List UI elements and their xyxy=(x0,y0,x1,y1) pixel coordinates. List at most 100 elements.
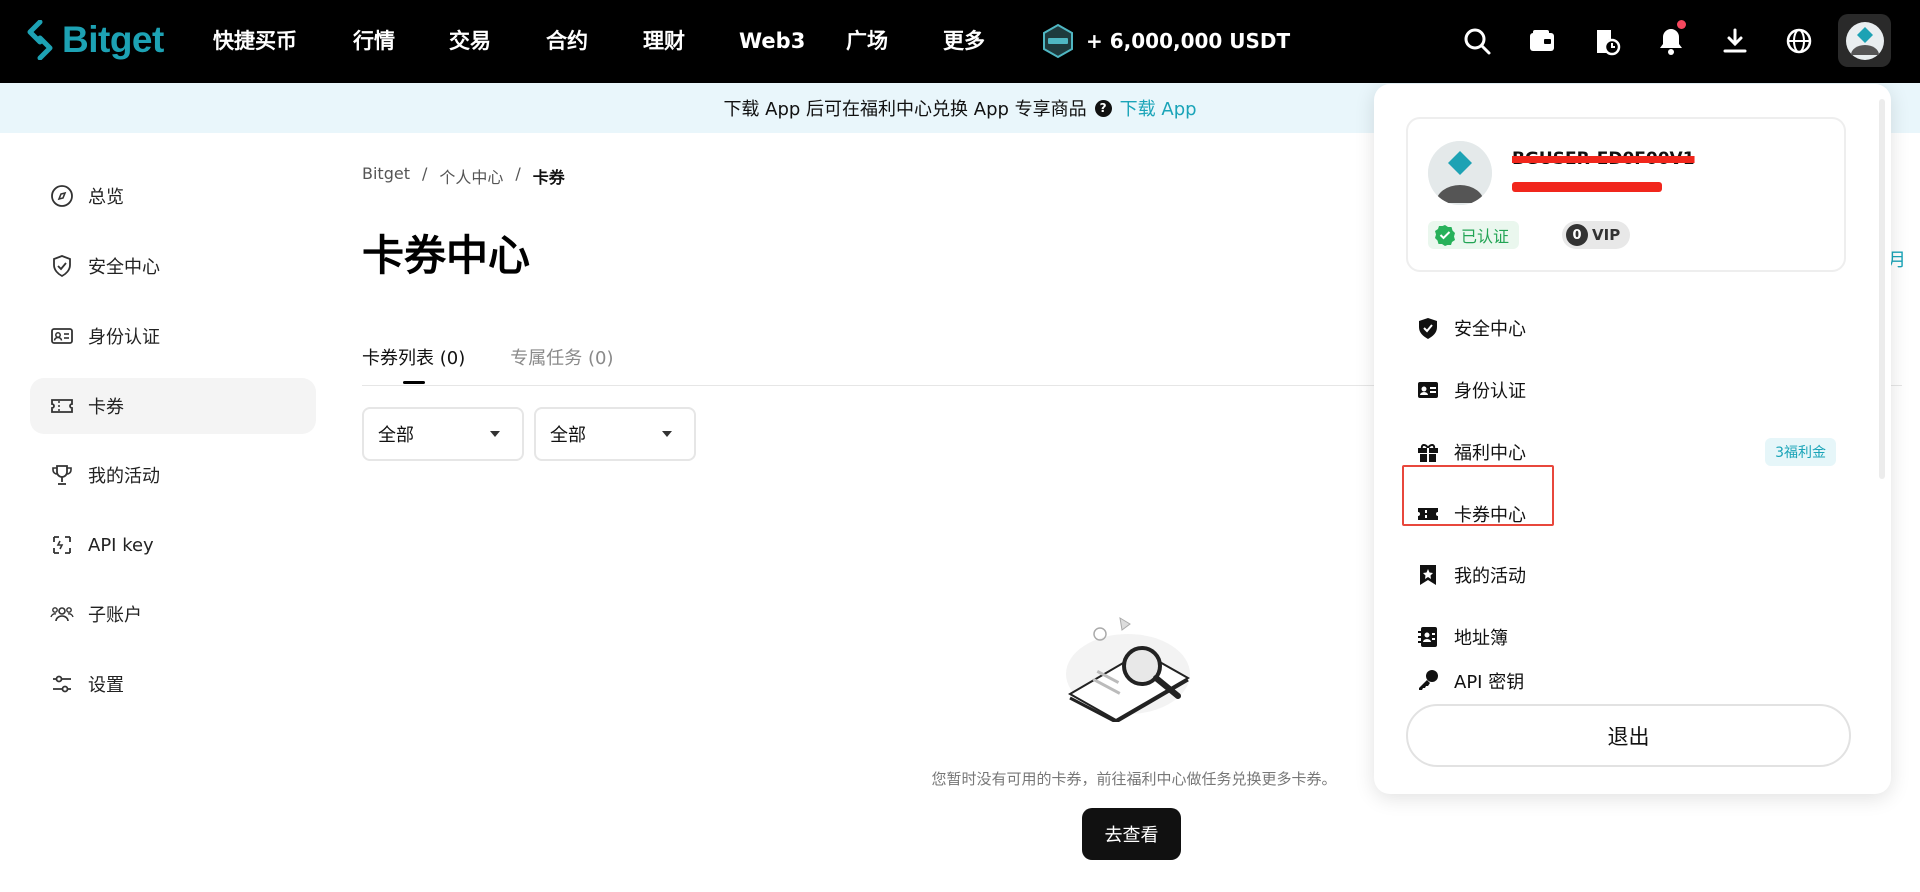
notification-dot xyxy=(1677,20,1686,29)
notification-bell-icon[interactable] xyxy=(1656,20,1686,56)
username-redacted: BGUSER-ED0F00V1 xyxy=(1512,149,1695,169)
promo-amount: + 6,000,000 USDT xyxy=(1086,29,1291,53)
shield-check-icon xyxy=(1419,318,1437,339)
vip-label: VIP xyxy=(1592,226,1621,244)
globe-icon[interactable] xyxy=(1784,26,1814,56)
empty-state-illustration xyxy=(1060,612,1200,722)
address-book-icon xyxy=(1418,627,1437,647)
sub-accounts-icon xyxy=(50,607,74,622)
menu-item-security-center[interactable]: 安全中心 xyxy=(1416,308,1836,348)
trophy-icon xyxy=(52,465,72,485)
sidebar-item-activities[interactable]: 我的活动 xyxy=(30,447,316,503)
banner-text: 下载 App 后可在福利中心兑换 App 专享商品 xyxy=(723,99,1087,120)
sidebar-item-label: 子账户 xyxy=(88,605,142,626)
sidebar-item-label: 身份认证 xyxy=(88,327,160,348)
empty-state-message: 您暂时没有可用的卡券，前往福利中心做任务兑换更多卡券。 xyxy=(931,770,1337,788)
nav-futures[interactable]: 合约 xyxy=(546,26,588,56)
bitget-logo-text: Bitget xyxy=(62,19,164,60)
sidebar-item-label: 卡券 xyxy=(88,397,124,418)
sidebar-item-identity[interactable]: 身份认证 xyxy=(30,308,316,364)
logout-button[interactable]: 退出 xyxy=(1406,704,1851,767)
api-key-icon xyxy=(1419,670,1438,690)
welfare-points-badge: 3福利金 xyxy=(1765,438,1836,466)
sidebar-item-label: 设置 xyxy=(88,675,124,696)
chevron-down-icon xyxy=(490,431,500,437)
sidebar-item-overview[interactable]: 总览 xyxy=(30,168,316,224)
menu-item-address-book[interactable]: 地址簿 xyxy=(1416,617,1836,657)
menu-item-api-keys[interactable]: API 密钥 xyxy=(1416,668,1836,692)
tab-exclusive-tasks[interactable]: 专属任务 (0) xyxy=(510,344,613,384)
coupon-status-select[interactable]: 全部 xyxy=(534,407,696,461)
compass-icon xyxy=(51,185,73,207)
top-navigation-bar: Bitget 快捷买币 行情 交易 合约 理财 Web3 广场 更多 + 6,0… xyxy=(0,0,1920,83)
user-info-card[interactable]: BGUSER-ED0F00V1 已认证 0 VIP xyxy=(1406,117,1846,272)
verified-check-icon xyxy=(1435,225,1455,246)
promo-badge-icon xyxy=(1043,23,1073,59)
sidebar-item-coupons[interactable]: 卡券 xyxy=(30,378,316,434)
select-value: 全部 xyxy=(378,425,414,446)
chevron-down-icon xyxy=(662,431,672,437)
active-tab-indicator xyxy=(402,381,425,384)
menu-item-label: 身份认证 xyxy=(1454,381,1526,402)
sidebar-item-settings[interactable]: 设置 xyxy=(30,656,316,712)
help-question-icon[interactable]: ? xyxy=(1094,99,1112,117)
search-icon[interactable] xyxy=(1462,26,1492,56)
verified-label: 已认证 xyxy=(1461,227,1510,246)
tab-count: (0) xyxy=(439,348,466,369)
user-avatar-button[interactable] xyxy=(1838,14,1891,67)
gift-icon xyxy=(1418,444,1438,462)
settings-sliders-icon xyxy=(53,675,71,693)
id-card-icon xyxy=(51,328,73,344)
ticket-icon xyxy=(1418,508,1438,520)
wallet-icon[interactable] xyxy=(1527,26,1557,56)
menu-item-welfare-center[interactable]: 福利中心 3福利金 xyxy=(1416,432,1836,472)
breadcrumb-root[interactable]: Bitget xyxy=(362,164,410,188)
tab-count: (0) xyxy=(587,348,614,369)
menu-item-my-activities[interactable]: 我的活动 xyxy=(1416,555,1836,595)
menu-item-label: 卡券中心 xyxy=(1454,505,1526,526)
user-avatar-icon xyxy=(1845,21,1884,60)
avatar xyxy=(1428,141,1492,205)
download-icon[interactable] xyxy=(1720,26,1750,56)
coupon-type-select[interactable]: 全部 xyxy=(362,407,524,461)
nav-square[interactable]: 广场 xyxy=(846,26,888,56)
sidebar-item-label: 我的活动 xyxy=(88,466,160,487)
sidebar-item-sub-accounts[interactable]: 子账户 xyxy=(30,586,316,642)
user-id-redacted xyxy=(1512,182,1662,192)
nav-trade[interactable]: 交易 xyxy=(449,26,491,56)
sidebar-item-security[interactable]: 安全中心 xyxy=(30,238,316,294)
nav-markets[interactable]: 行情 xyxy=(353,26,395,56)
banner-download-link[interactable]: 下载 App xyxy=(1120,95,1197,121)
menu-item-label: 我的活动 xyxy=(1454,566,1526,587)
bookmark-star-icon xyxy=(1420,565,1436,585)
sidebar-item-label: 安全中心 xyxy=(88,257,160,278)
nav-quick-buy[interactable]: 快捷买币 xyxy=(213,26,297,56)
nav-earn[interactable]: 理财 xyxy=(643,26,685,56)
ticket-icon xyxy=(51,399,73,413)
nav-web3[interactable]: Web3 xyxy=(739,26,805,56)
nav-more[interactable]: 更多 xyxy=(943,26,985,56)
promo-reward-link[interactable]: + 6,000,000 USDT xyxy=(1040,22,1290,60)
vip-level-badge[interactable]: 0 VIP xyxy=(1562,221,1631,249)
coupon-tabs: 卡券列表 (0) 专属任务 (0) xyxy=(362,344,613,384)
tab-coupon-list[interactable]: 卡券列表 (0) xyxy=(362,344,465,384)
bitget-logo-icon xyxy=(27,20,53,60)
menu-item-identity[interactable]: 身份认证 xyxy=(1416,370,1836,410)
sidebar-item-api-key[interactable]: API key xyxy=(30,517,316,573)
breadcrumb: Bitget / 个人中心 / 卡券 xyxy=(362,164,565,188)
user-account-dropdown: BGUSER-ED0F00V1 已认证 0 VIP 安全中心 身份认证 福利中心… xyxy=(1374,84,1891,794)
order-history-icon[interactable] xyxy=(1591,26,1621,56)
go-view-button[interactable]: 去查看 xyxy=(1082,808,1181,860)
sidebar-item-label: API key xyxy=(88,534,154,556)
select-value: 全部 xyxy=(550,425,586,446)
dropdown-scrollbar[interactable] xyxy=(1879,99,1885,479)
breadcrumb-separator: / xyxy=(421,164,428,183)
menu-item-coupon-center[interactable]: 卡券中心 xyxy=(1416,494,1836,534)
breadcrumb-parent[interactable]: 个人中心 xyxy=(439,164,503,188)
bitget-logo[interactable]: Bitget xyxy=(26,18,164,62)
tab-label: 卡券列表 xyxy=(362,348,434,369)
id-card-icon xyxy=(1418,382,1438,398)
vip-level-number: 0 xyxy=(1566,224,1588,246)
menu-item-label: 福利中心 xyxy=(1454,443,1526,464)
menu-item-label: 安全中心 xyxy=(1454,319,1526,340)
